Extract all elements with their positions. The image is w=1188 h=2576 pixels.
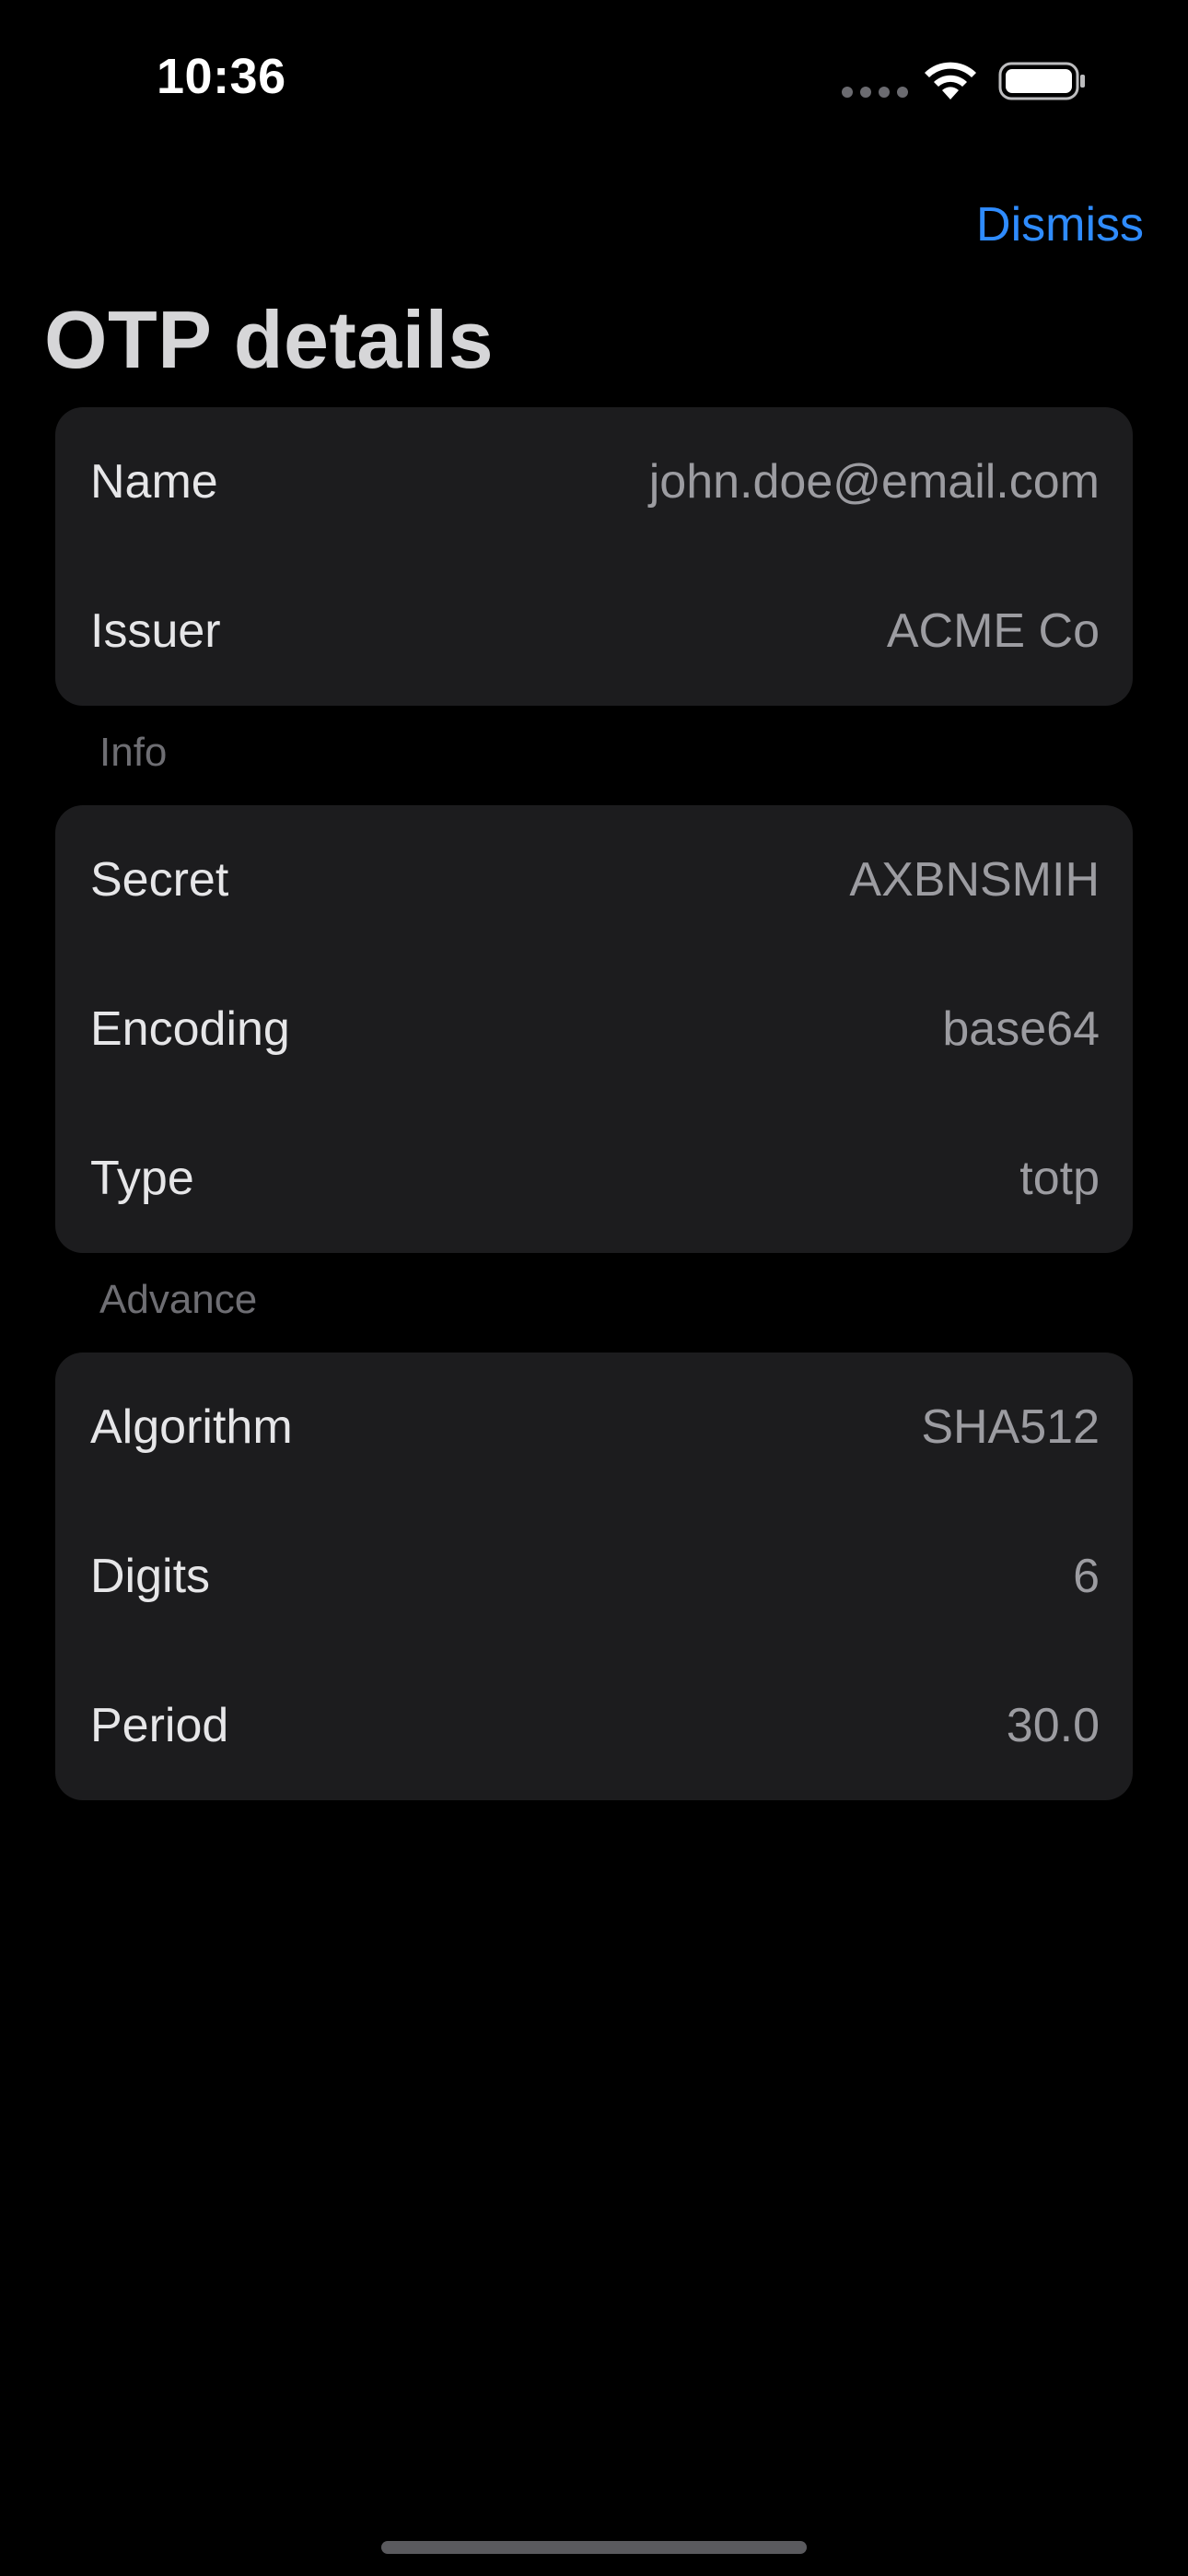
issuer-value: ACME Co xyxy=(886,604,1100,658)
encoding-label: Encoding xyxy=(90,1002,290,1056)
issuer-row[interactable]: Issuer ACME Co xyxy=(55,556,1133,706)
digits-label: Digits xyxy=(90,1550,211,1603)
cellular-signal-icon xyxy=(842,87,908,98)
home-indicator[interactable] xyxy=(381,2541,807,2554)
status-bar: 10:36 xyxy=(0,0,1188,157)
algorithm-label: Algorithm xyxy=(90,1400,293,1454)
name-row[interactable]: Name john.doe@email.com xyxy=(55,407,1133,556)
dismiss-button[interactable]: Dismiss xyxy=(976,197,1144,252)
digits-value: 6 xyxy=(1073,1550,1100,1603)
secret-row[interactable]: Secret AXBNSMIH xyxy=(55,805,1133,954)
issuer-label: Issuer xyxy=(90,604,221,658)
period-value: 30.0 xyxy=(1006,1699,1100,1752)
encoding-row[interactable]: Encoding base64 xyxy=(55,954,1133,1104)
info-card: Secret AXBNSMIH Encoding base64 Type tot… xyxy=(55,805,1133,1253)
battery-icon xyxy=(998,62,1085,100)
period-row[interactable]: Period 30.0 xyxy=(55,1651,1133,1800)
type-label: Type xyxy=(90,1152,194,1205)
algorithm-value: SHA512 xyxy=(921,1400,1100,1454)
info-section-header: Info xyxy=(99,730,168,775)
wifi-icon xyxy=(925,62,976,100)
page-title: OTP details xyxy=(44,294,495,385)
status-time: 10:36 xyxy=(157,49,286,104)
encoding-value: base64 xyxy=(942,1002,1100,1056)
secret-value: AXBNSMIH xyxy=(849,853,1100,907)
type-value: totp xyxy=(1019,1152,1100,1205)
name-label: Name xyxy=(90,455,218,509)
identity-card: Name john.doe@email.com Issuer ACME Co xyxy=(55,407,1133,706)
advance-section-header: Advance xyxy=(99,1277,258,1322)
advance-card: Algorithm SHA512 Digits 6 Period 30.0 xyxy=(55,1352,1133,1800)
type-row[interactable]: Type totp xyxy=(55,1104,1133,1253)
period-label: Period xyxy=(90,1699,229,1752)
name-value: john.doe@email.com xyxy=(648,455,1100,509)
secret-label: Secret xyxy=(90,853,229,907)
digits-row[interactable]: Digits 6 xyxy=(55,1502,1133,1651)
algorithm-row[interactable]: Algorithm SHA512 xyxy=(55,1352,1133,1502)
